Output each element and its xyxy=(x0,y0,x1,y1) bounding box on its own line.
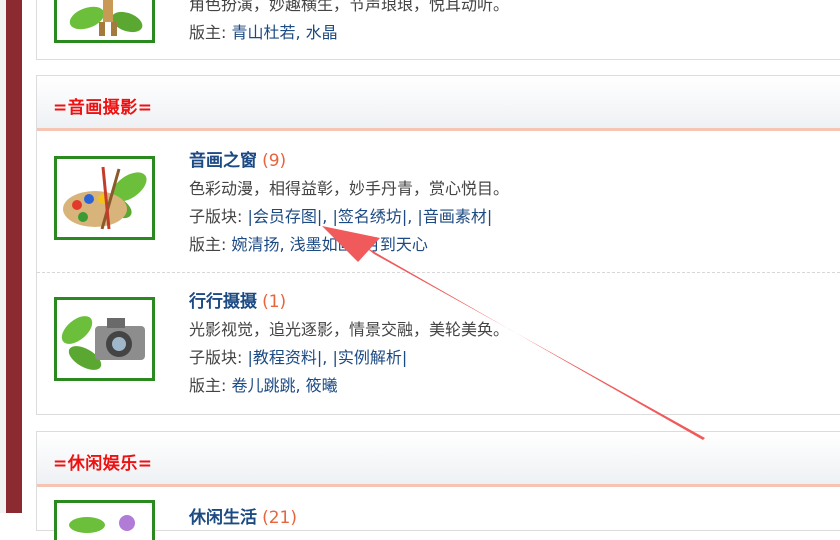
section-title[interactable]: =休闲娱乐= xyxy=(53,449,153,474)
section-header: =休闲娱乐= xyxy=(37,432,840,487)
post-count: (21) xyxy=(262,508,297,528)
subforum-link[interactable]: |教程资料| xyxy=(247,348,322,367)
forum-thumbnail-palette[interactable] xyxy=(54,156,155,240)
forum-name-link[interactable]: 休闲生活 xyxy=(189,508,257,528)
left-dark-border xyxy=(6,0,22,513)
moderator-link[interactable]: 青山杜若 xyxy=(231,23,295,42)
moderator-label: 版主: xyxy=(189,23,232,42)
section-header: =音画摄影= xyxy=(37,76,840,131)
subforum-link[interactable]: |音画素材| xyxy=(417,207,492,226)
moderator-line: 版主: 青山杜若, 水晶 xyxy=(189,23,338,42)
section-panel: =休闲娱乐= 休闲生活 (21) xyxy=(36,431,840,540)
subforum-link[interactable]: |实例解析| xyxy=(332,348,407,367)
forum-thumbnail-camera[interactable] xyxy=(54,297,155,381)
subforum-line: 子版块: |会员存图|, |签名绣坊|, |音画素材| xyxy=(189,207,493,226)
moderator-line: 版主: 卷儿跳跳, 筱曦 xyxy=(189,376,338,395)
subforum-link[interactable]: |签名绣坊| xyxy=(332,207,407,226)
forum-description: 色彩动漫，相得益彰，妙手丹青，赏心悦目。 xyxy=(189,179,510,198)
moderator-label: 版主: xyxy=(189,376,232,395)
post-count: (9) xyxy=(262,151,287,171)
moderator-link[interactable]: 水晶 xyxy=(306,23,338,42)
moderator-label: 版主: xyxy=(189,235,232,254)
subforum-label: 子版块: xyxy=(189,348,248,367)
forum-thumbnail[interactable] xyxy=(54,0,155,43)
forum-description: 角色扮演，妙趣横生，节声琅琅，悦耳动听。 xyxy=(189,0,510,14)
forum-name-link[interactable]: 音画之窗 xyxy=(189,151,257,171)
moderator-link[interactable]: 浅墨如画 xyxy=(290,235,354,254)
forum-name-link[interactable]: 行行摄摄 xyxy=(189,292,257,312)
moderator-link[interactable]: 月到天心 xyxy=(364,235,428,254)
subforum-label: 子版块: xyxy=(189,207,248,226)
forum-panel-top: 角色扮演，妙趣横生，节声琅琅，悦耳动听。 版主: 青山杜若, 水晶 xyxy=(36,0,840,60)
forum-description: 光影视觉，追光逐影，情景交融，美轮美奂。 xyxy=(189,320,510,339)
forum-row: 音画之窗 (9) 色彩动漫，相得益彰，妙手丹青，赏心悦目。 子版块: |会员存图… xyxy=(37,131,840,271)
moderator-line: 版主: 婉清扬, 浅墨如画, 月到天心 xyxy=(189,235,428,254)
moderator-link[interactable]: 卷儿跳跳 xyxy=(231,376,295,395)
subforum-link[interactable]: |会员存图| xyxy=(247,207,322,226)
forum-thumbnail[interactable] xyxy=(54,500,155,540)
section-panel: =音画摄影= 音画之窗 (9) 色彩动漫，相得益彰，妙手丹青，赏心悦目。 子版块… xyxy=(36,75,840,415)
post-count: (1) xyxy=(262,292,287,312)
moderator-link[interactable]: 筱曦 xyxy=(306,376,338,395)
section-title[interactable]: =音画摄影= xyxy=(53,93,153,118)
moderator-link[interactable]: 婉清扬 xyxy=(231,235,279,254)
subforum-line: 子版块: |教程资料|, |实例解析| xyxy=(189,348,408,367)
forum-row: 行行摄摄 (1) 光影视觉，追光逐影，情景交融，美轮美奂。 子版块: |教程资料… xyxy=(37,272,840,412)
